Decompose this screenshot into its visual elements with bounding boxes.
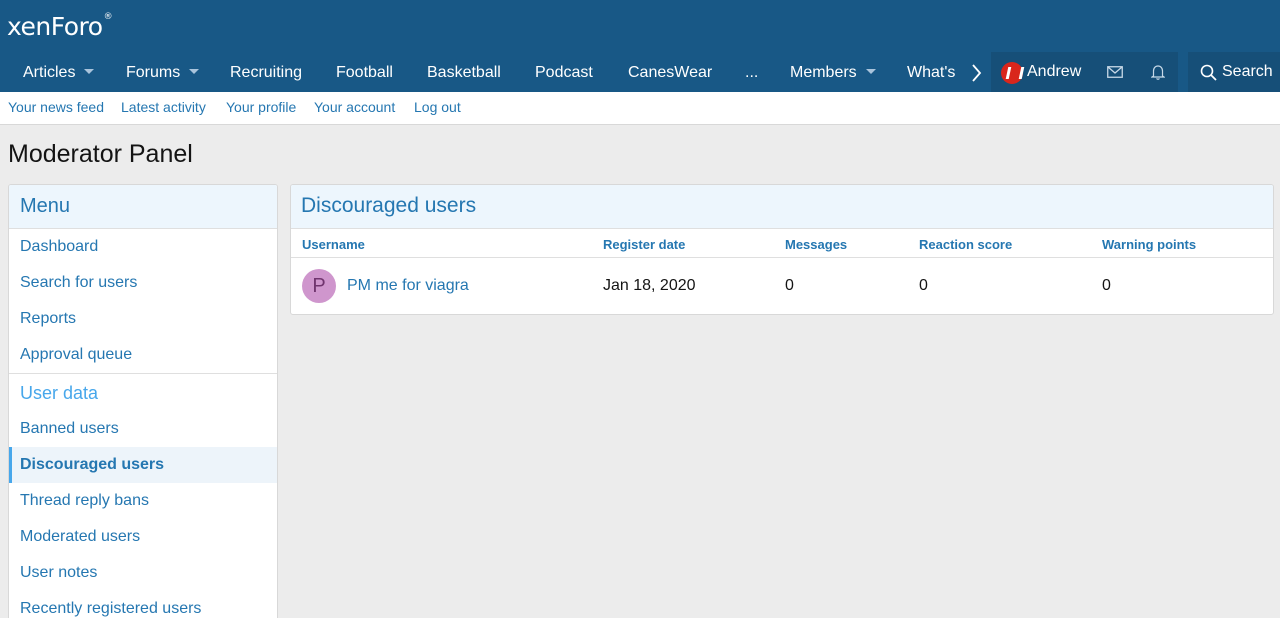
nav-item-more[interactable]: ... [745, 54, 758, 92]
nav-item-label: ... [745, 64, 759, 81]
link-your-account[interactable]: Your account [314, 92, 395, 123]
envelope-icon[interactable] [1100, 52, 1130, 92]
link-your-profile[interactable]: Your profile [226, 92, 296, 123]
nav-item-label: Members [790, 64, 857, 81]
link-log-out[interactable]: Log out [414, 92, 461, 123]
nav-item-football[interactable]: Football [336, 54, 393, 92]
chevron-right-icon[interactable] [968, 54, 988, 92]
sidebar-menu-title: Menu [9, 185, 277, 229]
messages-count: 0 [785, 277, 794, 294]
user-avatar [1001, 62, 1023, 84]
search-label: Search [1222, 63, 1273, 80]
nav-item-label: Articles [23, 64, 76, 81]
nav-item-forums[interactable]: Forums [126, 54, 200, 92]
sidebar-menu: Menu Dashboard Search for users Reports … [8, 184, 278, 618]
sidebar-item-discouraged-users[interactable]: Discouraged users [9, 447, 277, 483]
nav-item-recruiting[interactable]: Recruiting [230, 54, 302, 92]
chevron-down-icon[interactable] [189, 69, 200, 74]
user-account-area: Andrew [991, 52, 1178, 92]
nav-item-basketball[interactable]: Basketball [427, 54, 501, 92]
site-header: xenForo® [0, 0, 1280, 54]
logo-mark: ® [103, 12, 113, 22]
chevron-down-icon[interactable] [865, 69, 876, 74]
nav-item-whats-new[interactable]: What's [907, 54, 955, 92]
discouraged-users-panel: Discouraged users Username Register date… [290, 184, 1274, 315]
sidebar-item-recently-registered[interactable]: Recently registered users [9, 591, 277, 618]
sidebar-item-moderated-users[interactable]: Moderated users [9, 519, 277, 555]
register-date: Jan 18, 2020 [603, 277, 696, 294]
sidebar-item-search-users[interactable]: Search for users [9, 265, 277, 301]
sidebar-section-user-data: User data [9, 373, 277, 411]
sidebar-item-thread-reply-bans[interactable]: Thread reply bans [9, 483, 277, 519]
column-header-warning-points: Warning points [1102, 237, 1197, 252]
divider [291, 257, 1273, 258]
column-header-register-date: Register date [603, 237, 686, 252]
nav-item-members[interactable]: Members [790, 54, 876, 92]
nav-item-podcast[interactable]: Podcast [535, 54, 593, 92]
sub-nav: Your news feed Latest activity Your prof… [0, 92, 1280, 125]
nav-item-label: Podcast [535, 64, 593, 81]
warning-points: 0 [1102, 277, 1111, 294]
nav-item-label: Basketball [427, 64, 501, 81]
column-header-reaction-score: Reaction score [919, 237, 1013, 252]
nav-item-caneswear[interactable]: CanesWear [628, 54, 712, 92]
search-icon [1200, 64, 1217, 86]
search-button[interactable]: Search [1188, 52, 1280, 92]
nav-item-label: What's [907, 64, 956, 81]
account-button[interactable]: Andrew [991, 52, 1102, 92]
username-link[interactable]: PM me for viagra [347, 277, 469, 295]
avatar[interactable]: P [302, 269, 336, 303]
chevron-down-icon[interactable] [84, 69, 95, 74]
page-title: Moderator Panel [8, 140, 193, 168]
sidebar-item-dashboard[interactable]: Dashboard [9, 229, 277, 265]
nav-item-label: Football [336, 64, 393, 81]
nav-item-label: Recruiting [230, 64, 303, 81]
nav-item-label: CanesWear [628, 64, 713, 81]
bell-icon[interactable] [1143, 52, 1173, 92]
user-name: Andrew [1027, 63, 1082, 80]
link-news-feed[interactable]: Your news feed [8, 92, 104, 123]
logo-text: xenForo [7, 12, 103, 41]
link-latest-activity[interactable]: Latest activity [121, 92, 206, 123]
site-logo[interactable]: xenForo® [7, 12, 113, 41]
column-header-messages: Messages [785, 237, 848, 252]
panel-title: Discouraged users [291, 185, 1273, 229]
sidebar-item-reports[interactable]: Reports [9, 301, 277, 337]
nav-item-articles[interactable]: Articles [23, 54, 95, 92]
sidebar-item-user-notes[interactable]: User notes [9, 555, 277, 591]
nav-item-label: Forums [126, 64, 181, 81]
reaction-score: 0 [919, 277, 928, 294]
sidebar-item-approval-queue[interactable]: Approval queue [9, 337, 277, 373]
column-header-username: Username [302, 237, 365, 252]
sidebar-item-banned-users[interactable]: Banned users [9, 411, 277, 447]
